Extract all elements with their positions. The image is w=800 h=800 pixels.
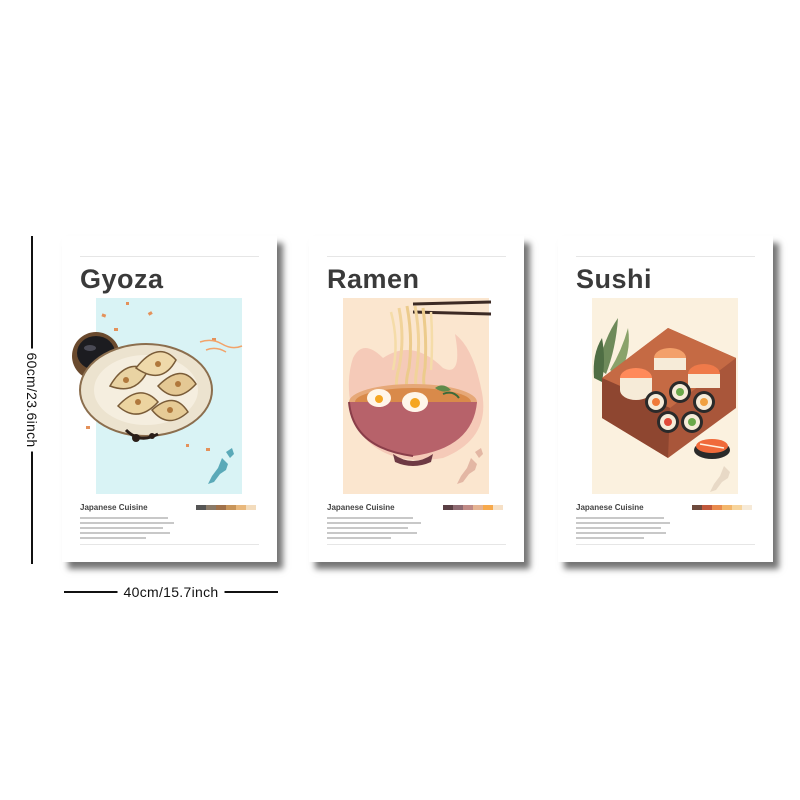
poster-title: Sushi	[576, 264, 653, 294]
poster-top-rule	[327, 256, 506, 257]
poster-sushi: Sushi Japanese Cuisine	[558, 236, 773, 562]
palette-swatch	[463, 505, 473, 510]
description-text-block	[576, 517, 670, 542]
palette-swatch	[196, 505, 206, 510]
description-text-block	[80, 517, 174, 542]
color-palette	[196, 505, 256, 510]
palette-swatch	[742, 505, 752, 510]
palette-swatch	[226, 505, 236, 510]
poster-top-rule	[80, 256, 259, 257]
palette-swatch	[702, 505, 712, 510]
poster-gyoza: Gyoza Japanese Cuisine	[62, 236, 277, 562]
color-palette	[692, 505, 752, 510]
palette-swatch	[732, 505, 742, 510]
palette-swatch	[206, 505, 216, 510]
palette-swatch	[493, 505, 503, 510]
poster-bottom-rule	[80, 544, 259, 545]
poster-bottom-rule	[576, 544, 755, 545]
poster-top-rule	[576, 256, 755, 257]
poster-ramen: Ramen Japanese Cuisine	[309, 236, 524, 562]
poster-subtitle: Japanese Cuisine	[576, 503, 644, 512]
palette-swatch	[483, 505, 493, 510]
palette-swatch	[246, 505, 256, 510]
gyoza-plate-illustration	[72, 298, 243, 494]
palette-swatch	[722, 505, 732, 510]
poster-title: Gyoza	[80, 264, 164, 294]
color-palette	[443, 505, 503, 510]
width-dimension-label: 40cm/15.7inch	[117, 584, 225, 600]
poster-bottom-rule	[327, 544, 506, 545]
poster-subtitle: Japanese Cuisine	[80, 503, 148, 512]
palette-swatch	[712, 505, 722, 510]
poster-subtitle: Japanese Cuisine	[327, 503, 395, 512]
sushi-box-illustration	[592, 298, 738, 494]
ramen-bowl-illustration	[343, 298, 492, 494]
palette-swatch	[216, 505, 226, 510]
palette-swatch	[236, 505, 246, 510]
height-dimension-label: 60cm/23.6inch	[24, 348, 40, 452]
palette-swatch	[473, 505, 483, 510]
palette-swatch	[443, 505, 453, 510]
palette-swatch	[692, 505, 702, 510]
palette-swatch	[453, 505, 463, 510]
description-text-block	[327, 517, 421, 542]
poster-title: Ramen	[327, 264, 420, 294]
